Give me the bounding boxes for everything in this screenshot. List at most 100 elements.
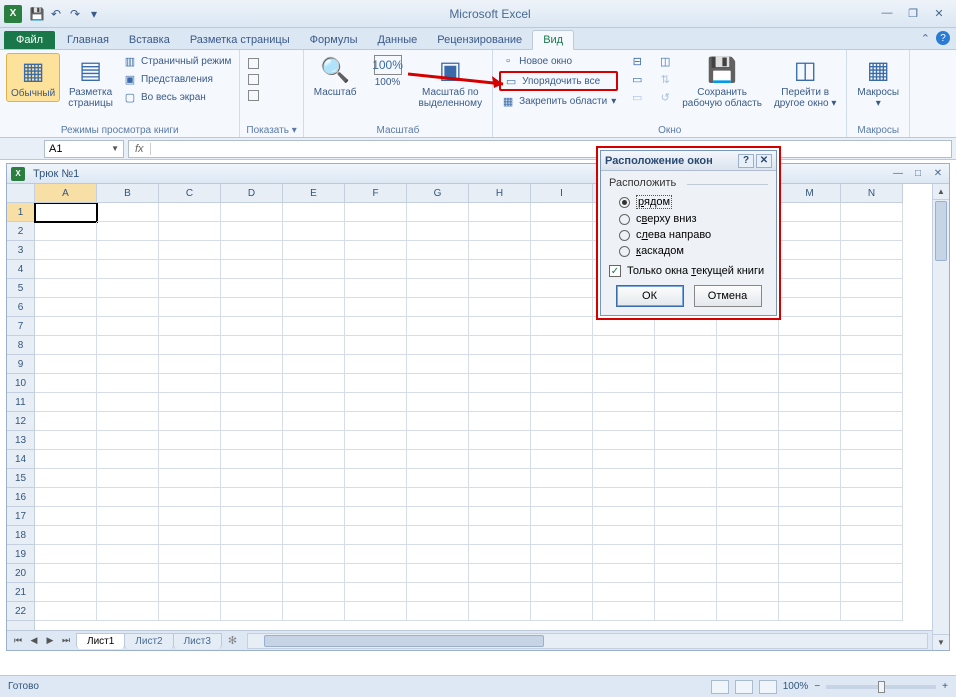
cell[interactable] <box>779 602 841 621</box>
row-header[interactable]: 2 <box>7 222 34 241</box>
cell[interactable] <box>345 393 407 412</box>
cell[interactable] <box>469 336 531 355</box>
cell[interactable] <box>221 431 283 450</box>
cell[interactable] <box>531 298 593 317</box>
cell[interactable] <box>841 469 903 488</box>
help-icon[interactable]: ? <box>936 31 950 45</box>
cell[interactable] <box>407 260 469 279</box>
cell[interactable] <box>159 317 221 336</box>
cell[interactable] <box>221 488 283 507</box>
cell[interactable] <box>779 526 841 545</box>
column-header[interactable]: N <box>841 184 903 202</box>
cell[interactable] <box>717 469 779 488</box>
cell[interactable] <box>593 393 655 412</box>
cell[interactable] <box>841 431 903 450</box>
cell[interactable] <box>841 564 903 583</box>
cell[interactable] <box>531 450 593 469</box>
cell[interactable] <box>35 260 97 279</box>
cell[interactable] <box>221 355 283 374</box>
cell[interactable] <box>35 583 97 602</box>
wb-close-icon[interactable]: ✕ <box>931 168 945 179</box>
cell[interactable] <box>593 488 655 507</box>
cell[interactable] <box>841 526 903 545</box>
cell[interactable] <box>159 450 221 469</box>
cell[interactable] <box>221 412 283 431</box>
row-header[interactable]: 4 <box>7 260 34 279</box>
row-header[interactable]: 22 <box>7 602 34 621</box>
cell[interactable] <box>593 545 655 564</box>
sheet-tab-2[interactable]: Лист2 <box>124 633 173 649</box>
page-break-button[interactable]: ▥Страничный режим <box>121 53 233 69</box>
zoom-button[interactable]: 🔍 Масштаб <box>310 53 361 100</box>
cell[interactable] <box>469 203 531 222</box>
cell[interactable] <box>779 507 841 526</box>
cell[interactable] <box>345 583 407 602</box>
view-break-icon[interactable] <box>759 680 777 694</box>
cell[interactable] <box>407 488 469 507</box>
cell[interactable] <box>717 393 779 412</box>
full-screen-button[interactable]: ▢Во весь экран <box>121 89 233 105</box>
cell[interactable] <box>655 355 717 374</box>
cell[interactable] <box>531 583 593 602</box>
cell[interactable] <box>35 507 97 526</box>
cell[interactable] <box>407 203 469 222</box>
cell[interactable] <box>283 545 345 564</box>
radio-vertical[interactable]: слева направо <box>609 227 768 243</box>
cell[interactable] <box>35 545 97 564</box>
cell[interactable] <box>345 241 407 260</box>
freeze-panes-button[interactable]: ▦Закрепить области ▾ <box>499 93 618 109</box>
cell[interactable] <box>531 241 593 260</box>
show-item-2[interactable] <box>246 73 261 86</box>
row-header[interactable]: 8 <box>7 336 34 355</box>
cell[interactable] <box>593 507 655 526</box>
cell[interactable] <box>35 431 97 450</box>
cell[interactable] <box>407 241 469 260</box>
cell[interactable] <box>531 564 593 583</box>
cell[interactable] <box>531 488 593 507</box>
cell[interactable] <box>283 450 345 469</box>
cell[interactable] <box>717 526 779 545</box>
cell[interactable] <box>841 545 903 564</box>
cell[interactable] <box>345 526 407 545</box>
cell[interactable] <box>283 241 345 260</box>
row-header[interactable]: 17 <box>7 507 34 526</box>
cell[interactable] <box>531 412 593 431</box>
radio-horizontal[interactable]: сверху вниз <box>609 211 768 227</box>
cell[interactable] <box>159 336 221 355</box>
cell[interactable] <box>841 507 903 526</box>
cell[interactable] <box>531 469 593 488</box>
cell[interactable] <box>531 260 593 279</box>
row-header[interactable]: 3 <box>7 241 34 260</box>
view-layout-icon[interactable] <box>735 680 753 694</box>
cell[interactable] <box>779 336 841 355</box>
cell[interactable] <box>283 507 345 526</box>
row-header[interactable]: 9 <box>7 355 34 374</box>
cell[interactable] <box>35 488 97 507</box>
cell[interactable] <box>407 355 469 374</box>
cell[interactable] <box>469 298 531 317</box>
sheet-nav-prev-icon[interactable]: ◀ <box>27 635 41 646</box>
view-normal-icon[interactable] <box>711 680 729 694</box>
cell[interactable] <box>159 545 221 564</box>
cell[interactable] <box>593 431 655 450</box>
row-header[interactable]: 10 <box>7 374 34 393</box>
hide-button[interactable]: ▭ <box>628 71 646 87</box>
zoom-out-icon[interactable]: − <box>814 681 820 692</box>
cell[interactable] <box>159 526 221 545</box>
cell[interactable] <box>159 279 221 298</box>
cell[interactable] <box>221 203 283 222</box>
redo-icon[interactable]: ↷ <box>67 6 83 22</box>
cell[interactable] <box>469 583 531 602</box>
row-header[interactable]: 20 <box>7 564 34 583</box>
column-header[interactable]: M <box>779 184 841 202</box>
cell[interactable] <box>469 564 531 583</box>
zoom-slider[interactable] <box>826 685 936 689</box>
cell[interactable] <box>283 336 345 355</box>
dialog-close-icon[interactable]: ✕ <box>756 154 772 168</box>
cell[interactable] <box>221 260 283 279</box>
cell[interactable] <box>97 393 159 412</box>
cell[interactable] <box>97 469 159 488</box>
cell[interactable] <box>593 583 655 602</box>
cell[interactable] <box>407 317 469 336</box>
sheet-tab-3[interactable]: Лист3 <box>173 633 222 649</box>
